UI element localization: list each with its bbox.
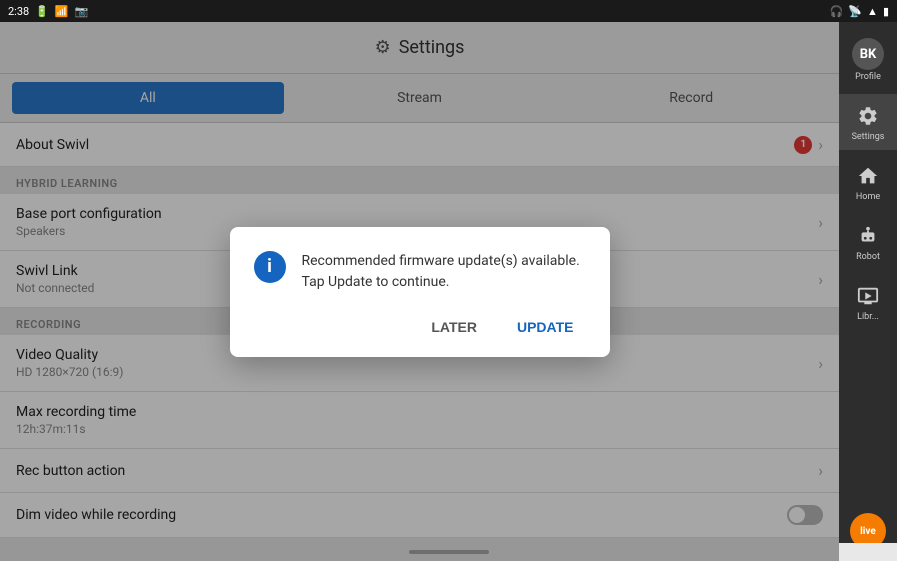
robot-sidebar-icon <box>854 222 882 250</box>
status-left: 2:38 🔋 📶 📷 <box>8 5 88 18</box>
modal-body: i Recommended firmware update(s) availab… <box>254 251 586 293</box>
battery-right-icon: ▮ <box>883 5 889 18</box>
status-right: 🎧 📡 ▲ ▮ <box>830 5 889 18</box>
modal-actions: Later Update <box>254 313 586 341</box>
sidebar-library-label: Libr... <box>857 312 879 322</box>
wifi-icon: ▲ <box>867 5 878 18</box>
sidebar-home-label: Home <box>856 192 880 202</box>
sidebar-item-library[interactable]: Libr... <box>839 274 897 330</box>
camera-icon: 📷 <box>75 5 89 18</box>
sidebar-robot-label: Robot <box>856 252 880 262</box>
sidebar-item-home[interactable]: Home <box>839 154 897 210</box>
settings-sidebar-icon <box>854 102 882 130</box>
sidebar-item-settings[interactable]: Settings <box>839 94 897 150</box>
status-bar: 2:38 🔋 📶 📷 🎧 📡 ▲ ▮ <box>0 0 897 22</box>
firmware-update-dialog: i Recommended firmware update(s) availab… <box>230 227 610 357</box>
time-display: 2:38 <box>8 5 29 18</box>
sidebar-profile-label: Profile <box>855 72 881 82</box>
network-icon: 📡 <box>848 5 862 18</box>
avatar: BK <box>852 38 884 70</box>
sidebar-item-profile[interactable]: BK Profile <box>839 30 897 90</box>
sidebar-settings-label: Settings <box>852 132 885 142</box>
battery-icon: 🔋 <box>35 5 49 18</box>
home-sidebar-icon <box>854 162 882 190</box>
later-button[interactable]: Later <box>419 313 489 341</box>
update-button[interactable]: Update <box>505 313 586 341</box>
library-sidebar-icon <box>854 282 882 310</box>
modal-message: Recommended firmware update(s) available… <box>302 251 586 293</box>
modal-overlay: i Recommended firmware update(s) availab… <box>0 22 839 561</box>
sidebar-item-robot[interactable]: Robot <box>839 214 897 270</box>
right-sidebar: BK Profile Settings Home <box>839 22 897 561</box>
sim-icon: 📶 <box>55 5 69 18</box>
info-icon: i <box>254 251 286 283</box>
headphone-icon: 🎧 <box>830 5 844 18</box>
